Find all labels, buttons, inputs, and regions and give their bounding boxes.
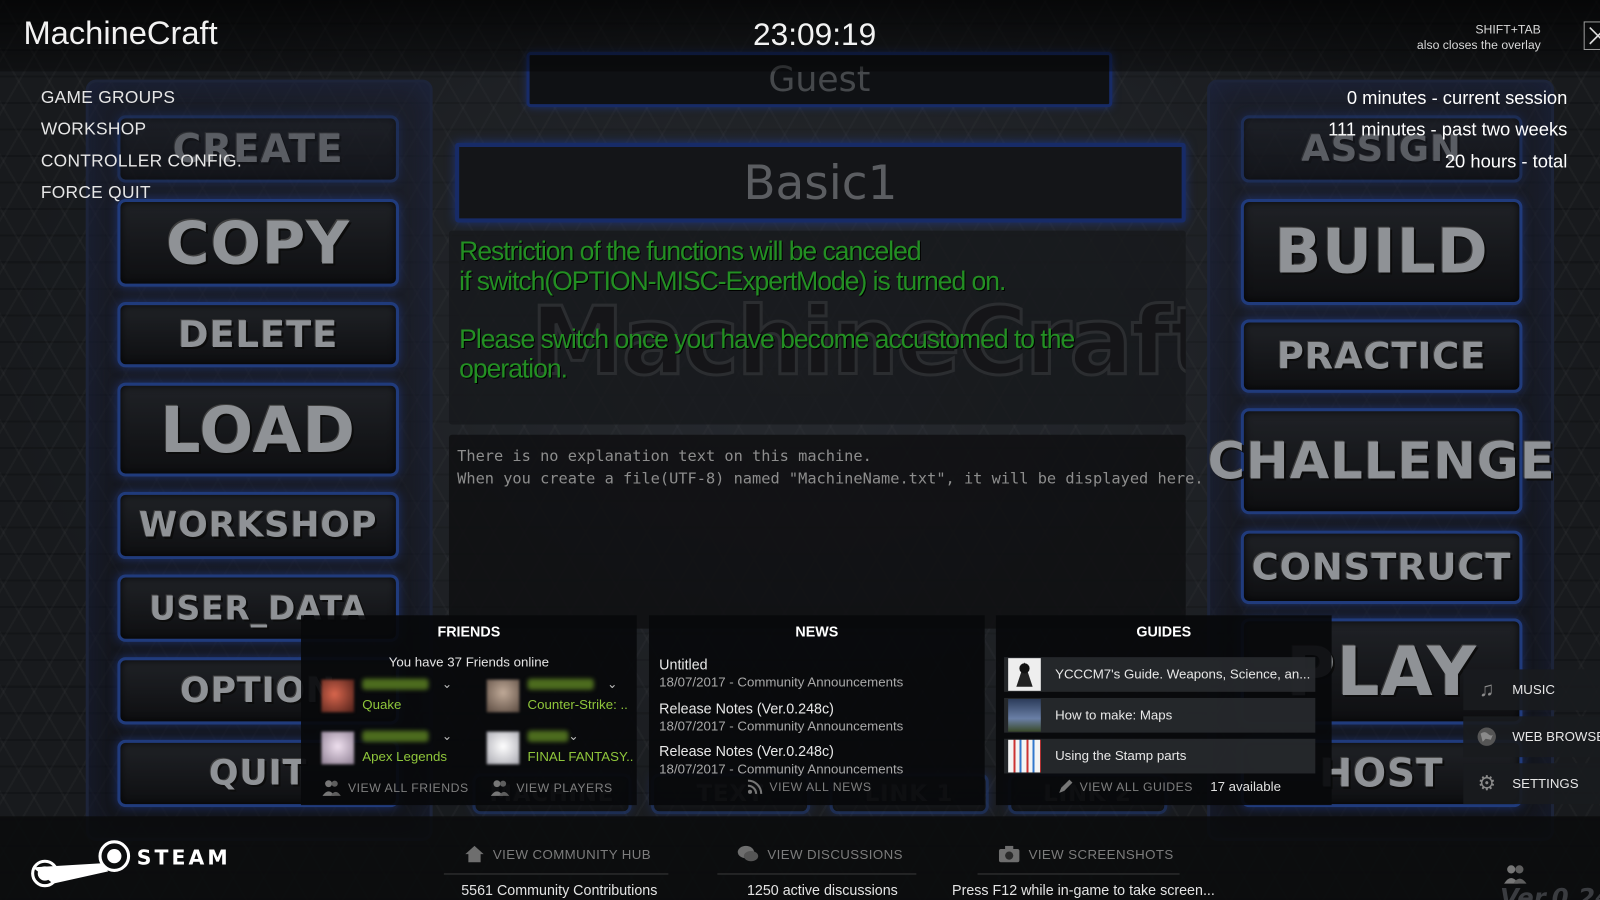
friend-entry[interactable]: FINAL FANTASY.. ⌄: [486, 729, 633, 770]
news-meta: 18/07/2017 - Community Announcements: [659, 761, 904, 777]
friend-entry[interactable]: Quake ⌄: [321, 677, 459, 718]
news-item[interactable]: Untitled 18/07/2017 - Community Announce…: [659, 656, 903, 690]
web-browser-button[interactable]: WEB BROWSER: [1463, 716, 1600, 758]
pencil-icon: [1059, 779, 1073, 793]
avatar: [321, 679, 355, 713]
close-overlay-button[interactable]: [1583, 21, 1600, 50]
close-hint-text: also closes the overlay: [1416, 37, 1541, 53]
friend-game: Apex Legends: [362, 748, 448, 765]
news-headline: Release Notes (Ver.0.248c): [659, 742, 834, 760]
news-item[interactable]: Release Notes (Ver.0.248c) 18/07/2017 - …: [659, 700, 903, 734]
divider: [977, 873, 1180, 875]
avatar: [486, 679, 520, 713]
close-hint: SHIFT+TAB also closes the overlay: [1417, 22, 1541, 53]
view-screenshots-link[interactable]: VIEW SCREENSHOTS: [998, 845, 1174, 863]
game-title: MachineCraft: [23, 14, 218, 52]
avatar: [486, 731, 520, 765]
menu-force-quit[interactable]: FORCE QUIT: [41, 183, 151, 203]
view-all-news-label: VIEW ALL NEWS: [769, 779, 872, 794]
chevron-down-icon[interactable]: ⌄: [442, 677, 452, 691]
close-hint-shortcut: SHIFT+TAB: [1475, 22, 1541, 37]
view-players-label: VIEW PLAYERS: [516, 780, 613, 795]
globe-icon: [1476, 726, 1498, 748]
music-note-icon: ♫: [1479, 678, 1495, 702]
view-discussions-link[interactable]: VIEW DISCUSSIONS: [737, 845, 903, 863]
gear-icon: ⚙: [1477, 772, 1496, 795]
guide-item[interactable]: Using the Stamp parts: [1004, 738, 1316, 774]
chevron-down-icon[interactable]: ⌄: [568, 729, 578, 743]
divider: [443, 873, 669, 875]
view-all-friends-link[interactable]: VIEW ALL FRIENDS: [321, 779, 468, 797]
steam-logo[interactable]: [22, 839, 134, 900]
web-browser-label: WEB BROWSER: [1512, 728, 1600, 744]
music-button[interactable]: ♫ MUSIC: [1463, 669, 1600, 711]
view-community-hub-link[interactable]: VIEW COMMUNITY HUB: [464, 845, 651, 863]
news-headline: Release Notes (Ver.0.248c): [659, 700, 834, 717]
view-screenshots-label: VIEW SCREENSHOTS: [1028, 846, 1174, 862]
guide-item[interactable]: YCCCM7's Guide. Weapons, Science, an...: [1004, 657, 1316, 692]
steam-logo-icon: [31, 840, 131, 888]
friends-online-summary: You have 37 Friends online: [388, 654, 550, 670]
news-panel: NEWS Untitled 18/07/2017 - Community Ann…: [648, 615, 985, 806]
stat-current-session: 0 minutes - current session: [1346, 87, 1568, 109]
guide-thumbnail: [1008, 698, 1041, 732]
rss-icon: [747, 779, 763, 794]
view-discussions-label: VIEW DISCUSSIONS: [767, 846, 903, 862]
settings-button[interactable]: ⚙ SETTINGS: [1463, 763, 1600, 805]
settings-label: SETTINGS: [1512, 775, 1579, 791]
news-meta: 18/07/2017 - Community Announcements: [659, 718, 904, 734]
friends-icon: [322, 780, 341, 796]
friend-entry[interactable]: Counter-Strike: .. ⌄: [486, 677, 628, 718]
news-item[interactable]: Release Notes (Ver.0.248c) 18/07/2017 - …: [659, 743, 903, 777]
camera-icon: [998, 845, 1020, 863]
news-headline: Untitled: [659, 656, 708, 673]
chat-bubble-icon: [737, 845, 759, 862]
friends-title: FRIENDS: [437, 623, 501, 640]
chevron-down-icon[interactable]: ⌄: [607, 677, 617, 691]
community-contributions: 5561 Community Contributions: [461, 881, 658, 898]
guide-title: How to make: Maps: [1055, 707, 1173, 723]
view-all-friends-label: VIEW ALL FRIENDS: [347, 780, 469, 795]
news-title: NEWS: [795, 623, 839, 640]
view-all-guides-label: VIEW ALL GUIDES: [1079, 779, 1193, 794]
friend-game: Counter-Strike: ..: [527, 696, 628, 713]
overlay-clock: 23:09:19: [753, 16, 877, 53]
guides-title: GUIDES: [1136, 623, 1192, 640]
friend-game: FINAL FANTASY..: [527, 748, 634, 765]
avatar: [321, 731, 355, 765]
friend-game: Quake: [362, 696, 402, 713]
friends-panel: FRIENDS You have 37 Friends online Quake…: [301, 615, 637, 806]
menu-controller-config[interactable]: CONTROLLER CONFIG.: [41, 151, 242, 171]
divider: [717, 873, 917, 875]
players-icon: [490, 780, 510, 796]
game-screen: CREATE COPY DELETE LOAD WORKSHOP USER_DA…: [0, 0, 1600, 900]
active-discussions: 1250 active discussions: [746, 881, 898, 898]
guides-available-count: 17 available: [1210, 778, 1282, 794]
music-label: MUSIC: [1512, 681, 1555, 697]
guide-title: YCCCM7's Guide. Weapons, Science, an...: [1055, 666, 1311, 682]
home-icon: [465, 845, 484, 863]
screenshot-hint: Press F12 while in-game to take screen..…: [952, 881, 1215, 898]
stat-past-two-weeks: 111 minutes - past two weeks: [1328, 119, 1568, 140]
guides-panel: GUIDES YCCCM7's Guide. Weapons, Science,…: [995, 615, 1332, 806]
view-all-news-link[interactable]: VIEW ALL NEWS: [747, 779, 872, 795]
guide-thumbnail: [1008, 658, 1041, 691]
guide-thumbnail: [1008, 739, 1041, 773]
chevron-down-icon[interactable]: ⌄: [442, 729, 452, 743]
view-players-link[interactable]: VIEW PLAYERS: [490, 779, 613, 797]
guide-title: Using the Stamp parts: [1055, 747, 1187, 764]
guide-item[interactable]: How to make: Maps: [1004, 697, 1316, 733]
menu-game-groups[interactable]: GAME GROUPS: [41, 88, 175, 108]
close-icon: [1589, 26, 1600, 45]
view-community-hub-label: VIEW COMMUNITY HUB: [492, 846, 652, 862]
friends-status-icon[interactable]: [1503, 863, 1527, 890]
friend-entry[interactable]: Apex Legends ⌄: [321, 729, 459, 770]
menu-workshop[interactable]: WORKSHOP: [41, 119, 147, 139]
news-meta: 18/07/2017 - Community Announcements: [659, 674, 904, 690]
view-all-guides-link[interactable]: VIEW ALL GUIDES: [1057, 779, 1193, 795]
steam-label: STEAM: [136, 844, 231, 870]
stat-total: 20 hours - total: [1444, 151, 1568, 172]
